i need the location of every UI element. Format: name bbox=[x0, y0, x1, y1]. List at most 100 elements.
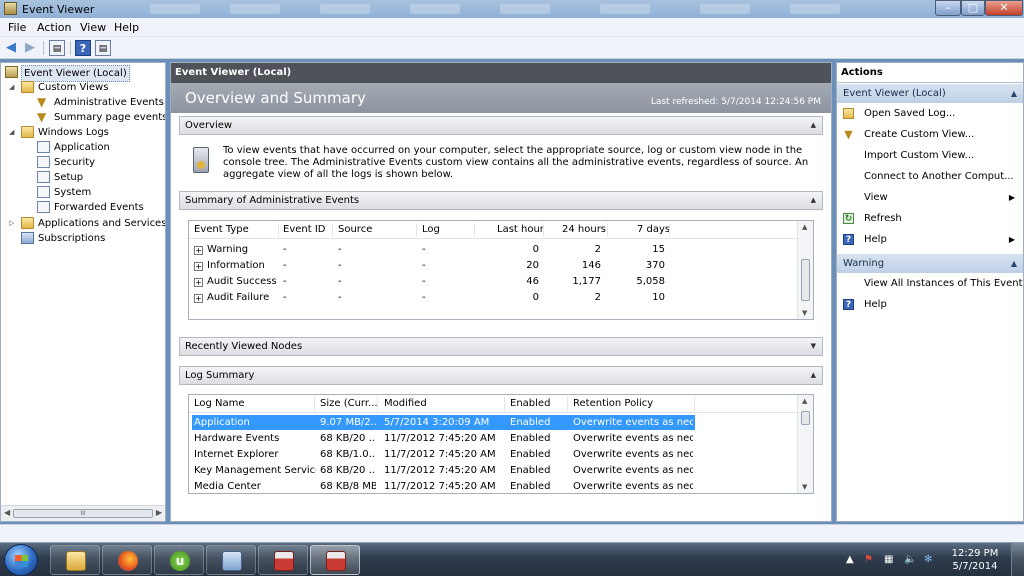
column-divider[interactable] bbox=[474, 223, 475, 237]
show-hide-action-pane-icon[interactable]: ▤ bbox=[95, 40, 111, 56]
column-header[interactable]: Retention Policy bbox=[573, 398, 653, 409]
column-divider[interactable] bbox=[669, 223, 670, 237]
column-divider[interactable] bbox=[694, 397, 695, 411]
scroll-up-icon[interactable]: ▲ bbox=[802, 397, 807, 405]
log-summary-section-header[interactable]: Log Summary ▲ bbox=[179, 366, 823, 385]
action-help[interactable]: ? Help ▶ bbox=[837, 230, 1023, 249]
log-name[interactable]: Internet Explorer bbox=[194, 449, 312, 460]
scroll-down-icon[interactable]: ▼ bbox=[802, 309, 807, 317]
actions-group-warning[interactable]: Warning ▲ bbox=[837, 254, 1023, 273]
maximize-button[interactable]: □ bbox=[961, 0, 985, 16]
scroll-left-icon[interactable]: ◀ bbox=[4, 508, 10, 517]
tree-item-forwarded-events[interactable]: Forwarded Events bbox=[37, 200, 165, 215]
recently-viewed-section-header[interactable]: Recently Viewed Nodes ▼ bbox=[179, 337, 823, 356]
menu-action[interactable]: Action bbox=[37, 21, 71, 34]
log-name[interactable]: Key Management Service bbox=[194, 465, 316, 476]
tree-item-subscriptions[interactable]: Subscriptions bbox=[21, 231, 165, 246]
tree-item-setup[interactable]: Setup bbox=[37, 170, 165, 185]
taskbar-utorrent-button[interactable]: u bbox=[154, 545, 204, 575]
column-header[interactable]: Enabled bbox=[510, 398, 550, 409]
column-divider[interactable] bbox=[607, 223, 608, 237]
action-view-all-instances[interactable]: View All Instances of This Event bbox=[837, 274, 1023, 293]
overview-section-header[interactable]: Overview ▲ bbox=[179, 116, 823, 135]
show-hide-console-tree-icon[interactable]: ▤ bbox=[49, 40, 65, 56]
forward-arrow-icon[interactable]: ▶ bbox=[22, 40, 38, 56]
summary-section-header[interactable]: Summary of Administrative Events ▲ bbox=[179, 191, 823, 210]
start-button[interactable] bbox=[4, 544, 38, 576]
column-divider[interactable] bbox=[332, 223, 333, 237]
column-divider[interactable] bbox=[377, 397, 378, 411]
collapse-caret-icon[interactable]: ▲ bbox=[811, 367, 816, 384]
show-desktop-button[interactable] bbox=[1011, 543, 1024, 576]
actions-group-event-viewer[interactable]: Event Viewer (Local) ▲ bbox=[837, 84, 1023, 103]
column-header[interactable]: Event Type bbox=[194, 224, 249, 235]
column-header[interactable]: Log bbox=[422, 224, 440, 235]
tree-item-security[interactable]: Security bbox=[37, 155, 165, 170]
expand-plus-icon[interactable]: + bbox=[194, 246, 203, 255]
column-header[interactable]: Last hour bbox=[497, 224, 544, 235]
network-icon[interactable]: ✻ bbox=[924, 554, 932, 565]
column-header[interactable]: Size (Curr... bbox=[320, 398, 378, 409]
tree-item-system[interactable]: System bbox=[37, 185, 165, 200]
scroll-up-icon[interactable]: ▲ bbox=[802, 223, 807, 231]
column-divider[interactable] bbox=[278, 223, 279, 237]
action-help-warning[interactable]: ? Help bbox=[837, 295, 1023, 314]
log-name[interactable]: Application bbox=[194, 417, 312, 428]
taskbar-firefox-button[interactable] bbox=[102, 545, 152, 575]
column-header[interactable]: 24 hours bbox=[562, 224, 606, 235]
expand-caret-icon[interactable]: ▼ bbox=[811, 338, 816, 355]
column-divider[interactable] bbox=[567, 397, 568, 411]
action-create-custom-view[interactable]: ▼ Create Custom View... bbox=[837, 125, 1023, 144]
tree-item-custom-views[interactable]: ◢ Custom Views bbox=[9, 80, 165, 95]
column-divider[interactable] bbox=[504, 397, 505, 411]
taskbar-event-viewer-button[interactable] bbox=[310, 545, 360, 575]
collapse-triangle-icon[interactable]: ◢ bbox=[9, 80, 18, 95]
action-center-flag-icon[interactable]: ⚑ bbox=[864, 554, 873, 565]
table-row[interactable]: + Audit Success bbox=[194, 276, 277, 287]
tree-item-event-viewer-local[interactable]: Event Viewer (Local) bbox=[5, 65, 165, 82]
back-arrow-icon[interactable]: ◀ bbox=[3, 40, 19, 56]
expand-triangle-icon[interactable]: ▷ bbox=[9, 216, 18, 231]
minimize-button[interactable]: – bbox=[935, 0, 961, 16]
menu-file[interactable]: File bbox=[8, 21, 26, 34]
menu-help[interactable]: Help bbox=[114, 21, 139, 34]
expand-plus-icon[interactable]: + bbox=[194, 294, 203, 303]
scrollbar-thumb[interactable] bbox=[801, 411, 810, 425]
tree-item-summary-page-events[interactable]: ▼ Summary page events bbox=[37, 110, 165, 125]
table-row[interactable]: + Warning bbox=[194, 244, 248, 255]
display-icon[interactable]: ▦ bbox=[884, 554, 893, 565]
column-header[interactable]: Source bbox=[338, 224, 372, 235]
expand-plus-icon[interactable]: + bbox=[194, 262, 203, 271]
column-header[interactable]: Log Name bbox=[194, 398, 245, 409]
menu-view[interactable]: View bbox=[80, 21, 106, 34]
expand-plus-icon[interactable]: + bbox=[194, 278, 203, 287]
scrollbar-thumb[interactable] bbox=[801, 259, 810, 301]
log-name[interactable]: Media Center bbox=[194, 481, 312, 492]
scroll-right-icon[interactable]: ▶ bbox=[156, 508, 162, 517]
help-icon[interactable]: ? bbox=[75, 40, 91, 56]
speaker-icon[interactable]: 🔈 bbox=[904, 554, 916, 565]
tree-item-administrative-events[interactable]: ▼ Administrative Events bbox=[37, 95, 165, 110]
summary-vertical-scrollbar[interactable]: ▲ ▼ bbox=[797, 221, 813, 319]
table-row[interactable]: + Audit Failure bbox=[194, 292, 269, 303]
collapse-caret-icon[interactable]: ▲ bbox=[811, 192, 816, 209]
tree-item-application[interactable]: Application bbox=[37, 140, 165, 155]
system-clock[interactable]: 12:29 PM 5/7/2014 bbox=[944, 547, 1006, 573]
table-row[interactable]: + Information bbox=[194, 260, 265, 271]
action-refresh[interactable]: ↻ Refresh bbox=[837, 209, 1023, 228]
close-button[interactable]: ✕ bbox=[985, 0, 1023, 16]
scroll-down-icon[interactable]: ▼ bbox=[802, 483, 807, 491]
collapse-caret-icon[interactable]: ▲ bbox=[1011, 84, 1017, 103]
column-header[interactable]: Modified bbox=[384, 398, 427, 409]
show-hidden-icons-icon[interactable]: ▲ bbox=[846, 554, 854, 565]
tree-item-applications-and-services[interactable]: ▷ Applications and Services Lo bbox=[9, 216, 165, 231]
collapse-triangle-icon[interactable]: ◢ bbox=[9, 125, 18, 140]
tree-horizontal-scrollbar[interactable]: ◀ III ▶ bbox=[1, 505, 165, 521]
scrollbar-thumb[interactable]: III bbox=[13, 509, 153, 518]
log-name[interactable]: Hardware Events bbox=[194, 433, 312, 444]
column-divider[interactable] bbox=[416, 223, 417, 237]
action-connect-another-computer[interactable]: Connect to Another Comput... bbox=[837, 167, 1023, 186]
action-view[interactable]: View ▶ bbox=[837, 188, 1023, 207]
taskbar-control-panel-button[interactable] bbox=[206, 545, 256, 575]
column-divider[interactable] bbox=[543, 223, 544, 237]
